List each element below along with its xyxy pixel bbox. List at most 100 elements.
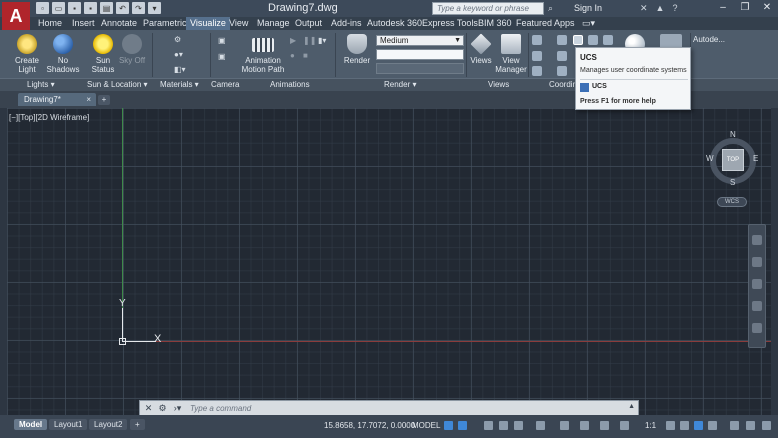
tab-parametric[interactable]: Parametric	[139, 17, 191, 30]
render-preset-dropdown[interactable]: Medium ▼	[376, 35, 464, 46]
ribbon-options-icon[interactable]: ▭▾	[578, 17, 599, 30]
ucs-z-axis-icon[interactable]	[557, 51, 567, 61]
tab-output[interactable]: Output	[291, 17, 326, 30]
record-icon[interactable]: ▮▾	[318, 36, 326, 45]
coordinates-display[interactable]: 15.8658, 17.7072, 0.0000	[324, 421, 415, 430]
animation-motion-path-button[interactable]: Animation Motion Path	[238, 34, 288, 74]
tab-manage[interactable]: Manage	[253, 17, 294, 30]
play-icon[interactable]: ▶	[290, 36, 296, 45]
orbit-icon[interactable]	[752, 301, 762, 311]
ucs-object-icon[interactable]	[588, 35, 598, 45]
hardware-acceleration-icon[interactable]	[708, 421, 717, 430]
render-exposure-field[interactable]	[376, 63, 464, 74]
viewport-controls[interactable]: [−][Top][2D Wireframe]	[9, 113, 89, 122]
restore-button[interactable]: ❐	[734, 0, 756, 14]
stop-icon[interactable]: ■	[303, 51, 308, 60]
ucs-origin-marker[interactable]	[119, 338, 126, 345]
steering-wheel-icon[interactable]	[752, 235, 762, 245]
tab-annotate[interactable]: Annotate	[97, 17, 141, 30]
tab-view[interactable]: View	[225, 17, 252, 30]
tab-bim-360[interactable]: BIM 360	[474, 17, 516, 30]
command-history-icon[interactable]: ▲	[628, 403, 635, 410]
pan-icon[interactable]	[752, 257, 762, 267]
workspace-gear-icon[interactable]	[666, 421, 675, 430]
panel-render[interactable]: Render ▾	[384, 79, 417, 90]
ucs-icon[interactable]	[573, 35, 583, 45]
layout-tab-layout1[interactable]: Layout1	[49, 419, 88, 430]
ortho-icon[interactable]	[484, 421, 493, 430]
render-environment-field[interactable]	[376, 49, 464, 60]
grid-icon[interactable]	[444, 421, 453, 430]
panel-materials[interactable]: Materials ▾	[160, 79, 199, 90]
compass-north[interactable]: N	[730, 130, 736, 139]
new-file-icon[interactable]: ▫	[36, 2, 49, 14]
sun-status-button[interactable]: Sun Status	[88, 34, 118, 74]
selection-cycling-icon[interactable]	[600, 421, 609, 430]
viewcube[interactable]: TOP N S W E	[706, 130, 760, 187]
materials-sphere-icon[interactable]: ●▾	[174, 50, 183, 59]
model-space-toggle[interactable]: MODEL	[412, 421, 440, 430]
ucs-world-icon[interactable]	[532, 35, 542, 45]
panel-sun-location[interactable]: Sun & Location ▾	[87, 79, 148, 90]
pause-icon[interactable]: ❚❚	[303, 36, 316, 45]
views-button[interactable]: Views	[468, 33, 494, 65]
help-icon[interactable]: ?	[672, 3, 677, 14]
camera-display-icon[interactable]: ▣	[218, 52, 226, 61]
isolate-objects-icon[interactable]	[694, 421, 703, 430]
no-shadows-button[interactable]: No Shadows	[45, 34, 81, 74]
snap-icon[interactable]	[458, 421, 467, 430]
command-input[interactable]: Type a command	[190, 403, 630, 414]
tab-home[interactable]: Home	[34, 17, 66, 30]
panel-lights[interactable]: Lights ▾	[27, 79, 55, 90]
layout-tab-layout2[interactable]: Layout2	[89, 419, 128, 430]
osnap-tracking-icon[interactable]	[514, 421, 523, 430]
tab-featured-apps[interactable]: Featured Apps	[512, 17, 579, 30]
texture-map-icon[interactable]: ◧▾	[174, 65, 186, 74]
zoom-extents-icon[interactable]	[752, 279, 762, 289]
close-button[interactable]: ✕	[756, 0, 778, 14]
panel-camera[interactable]: Camera	[211, 79, 239, 90]
print-icon[interactable]: ▤	[100, 2, 113, 14]
plus-icon[interactable]	[680, 421, 689, 430]
undo-icon[interactable]: ↶	[116, 2, 129, 14]
ucs-named-icon[interactable]	[532, 51, 542, 61]
open-file-icon[interactable]: ▭	[52, 2, 65, 14]
customize-qat-icon[interactable]: ▾	[148, 2, 161, 14]
tab-insert[interactable]: Insert	[68, 17, 99, 30]
view-manager-button[interactable]: View Manager	[494, 34, 528, 74]
panel-animations[interactable]: Animations	[270, 79, 310, 90]
wcs-menu[interactable]: WCS	[717, 197, 747, 207]
panel-views[interactable]: Views	[488, 79, 509, 90]
layout-tab-model[interactable]: Model	[14, 419, 48, 430]
file-tab-drawing7[interactable]: Drawing7* ×	[18, 93, 96, 106]
search-input[interactable]: Type a keyword or phrase	[432, 2, 544, 15]
create-light-button[interactable]: Create Light	[12, 34, 42, 74]
polar-icon[interactable]	[499, 421, 508, 430]
camera-create-icon[interactable]: ▣	[218, 36, 226, 45]
tab-autodesk-360[interactable]: Autodesk 360	[363, 17, 426, 30]
sky-off-button[interactable]: Sky Off	[117, 34, 147, 65]
object-snap-icon[interactable]	[536, 421, 545, 430]
compass-south[interactable]: S	[730, 178, 735, 187]
record-dot-icon[interactable]: ●	[290, 51, 295, 60]
annotation-scale[interactable]: 1:1	[645, 421, 656, 430]
ucs-face-icon[interactable]	[603, 35, 613, 45]
autodesk-panel-label[interactable]: Autode...	[693, 35, 725, 44]
panel-coordinates[interactable]: Coordin	[549, 79, 577, 90]
a360-icon[interactable]: ▲	[656, 3, 665, 14]
transparency-icon[interactable]	[580, 421, 589, 430]
viewcube-top-face[interactable]: TOP	[722, 149, 744, 171]
annotation-visibility-icon[interactable]	[620, 421, 629, 430]
tab-express-tools[interactable]: Express Tools	[418, 17, 482, 30]
new-tab-button[interactable]: +	[98, 95, 110, 105]
close-command-line-icon[interactable]: ✕	[143, 403, 154, 414]
fullscreen-icon[interactable]	[762, 421, 771, 430]
add-layout-button[interactable]: +	[130, 419, 145, 430]
compass-east[interactable]: E	[753, 154, 758, 163]
exchange-icon[interactable]: ✕	[640, 3, 648, 14]
ucs-view-icon[interactable]	[532, 66, 542, 76]
minimize-button[interactable]: –	[712, 0, 734, 14]
compass-west[interactable]: W	[706, 154, 714, 163]
ucs-3point-icon[interactable]	[557, 66, 567, 76]
redo-icon[interactable]: ↷	[132, 2, 145, 14]
